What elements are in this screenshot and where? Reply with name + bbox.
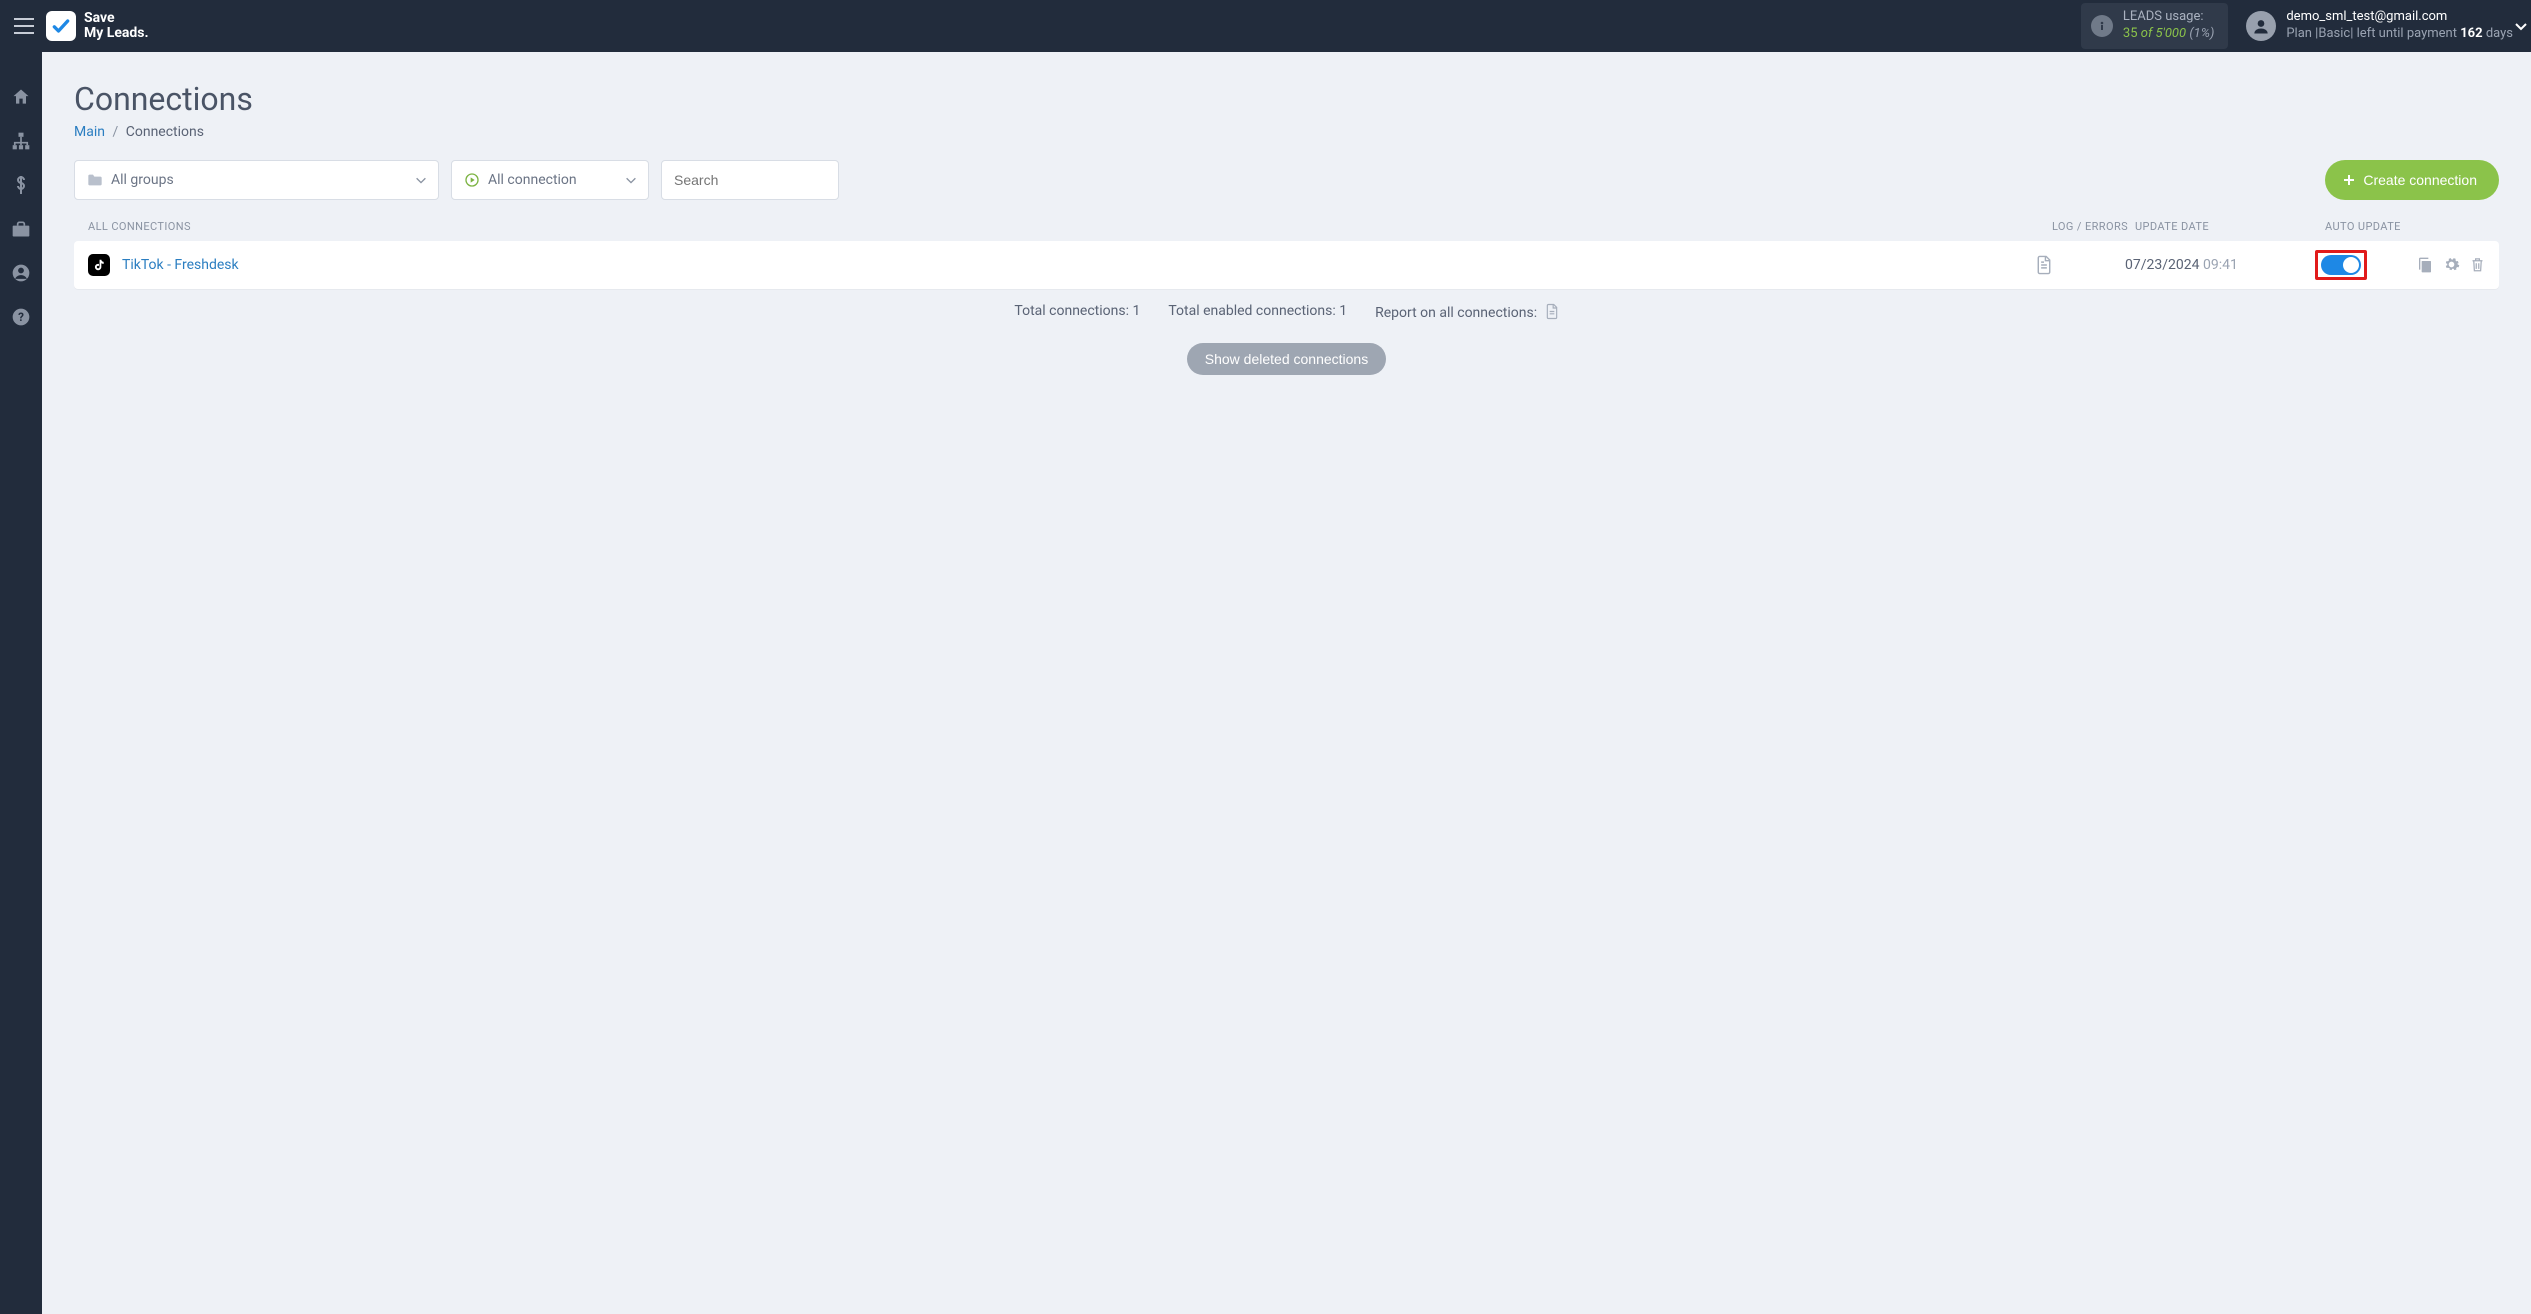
create-connection-button[interactable]: Create connection	[2325, 160, 2499, 200]
user-plan: Plan |Basic| left until payment 162 days	[2286, 26, 2513, 43]
groups-select[interactable]: All groups	[74, 160, 439, 200]
breadcrumb: Main / Connections	[74, 124, 2499, 140]
dollar-icon[interactable]	[10, 174, 32, 196]
play-circle-icon	[464, 172, 480, 188]
groups-select-label: All groups	[111, 172, 174, 188]
auto-update-cell	[2315, 250, 2415, 280]
chevron-down-icon[interactable]	[2513, 18, 2529, 34]
breadcrumb-current: Connections	[126, 124, 204, 140]
logo-icon	[46, 11, 76, 41]
home-icon[interactable]	[10, 86, 32, 108]
connection-name-link[interactable]: TikTok - Freshdesk	[122, 257, 2035, 273]
update-date: 07/23/2024 09:41	[2125, 257, 2315, 273]
table-row: TikTok - Freshdesk 07/23/2024 09:41	[74, 241, 2499, 289]
status-select-label: All connection	[488, 172, 577, 188]
toggle-highlight-box	[2315, 250, 2367, 280]
chevron-down-icon	[414, 173, 428, 187]
auto-update-toggle[interactable]	[2321, 255, 2361, 275]
user-text: demo_sml_test@gmail.com Plan |Basic| lef…	[2286, 9, 2513, 43]
brand-name: Save My Leads.	[84, 11, 149, 40]
tiktok-icon	[88, 254, 110, 276]
user-icon[interactable]	[10, 262, 32, 284]
document-icon[interactable]	[1545, 305, 1559, 321]
sidebar: ?	[0, 52, 42, 1314]
user-menu[interactable]: demo_sml_test@gmail.com Plan |Basic| lef…	[2246, 9, 2513, 43]
log-button[interactable]	[2035, 255, 2125, 275]
leads-text: LEADS usage: 35 of 5'000 (1%)	[2123, 9, 2214, 43]
svg-text:?: ?	[18, 310, 24, 324]
plus-icon	[2343, 174, 2355, 186]
brand-line2: My Leads.	[84, 26, 149, 41]
leads-usage-badge[interactable]: LEADS usage: 35 of 5'000 (1%)	[2081, 3, 2228, 49]
leads-used: 35	[2123, 26, 2138, 41]
menu-toggle-icon[interactable]	[10, 12, 38, 40]
total-enabled: Total enabled connections: 1	[1168, 303, 1347, 321]
column-name: ALL CONNECTIONS	[88, 220, 2045, 233]
total-connections: Total connections: 1	[1014, 303, 1140, 321]
totals-row: Total connections: 1 Total enabled conne…	[74, 303, 2499, 321]
create-connection-label: Create connection	[2363, 172, 2477, 188]
column-auto: AUTO UPDATE	[2325, 220, 2485, 233]
filters-row: All groups All connection	[74, 160, 2499, 200]
page-title: Connections	[74, 80, 2499, 118]
sitemap-icon[interactable]	[10, 130, 32, 152]
brand-line1: Save	[84, 11, 149, 26]
briefcase-icon[interactable]	[10, 218, 32, 240]
info-icon	[2091, 15, 2113, 37]
report-all: Report on all connections:	[1375, 303, 1558, 321]
avatar-icon	[2246, 11, 2276, 41]
chevron-down-icon	[624, 173, 638, 187]
folder-icon	[87, 173, 103, 187]
help-icon[interactable]: ?	[10, 306, 32, 328]
gear-icon[interactable]	[2443, 256, 2460, 274]
main-content: Connections Main / Connections All group…	[42, 52, 2531, 1314]
show-deleted-button[interactable]: Show deleted connections	[1187, 343, 1386, 375]
column-log: LOG / ERRORS	[2045, 220, 2135, 233]
search-box	[661, 160, 839, 200]
breadcrumb-main[interactable]: Main	[74, 124, 105, 140]
search-input[interactable]	[674, 172, 826, 188]
table-header: ALL CONNECTIONS LOG / ERRORS UPDATE DATE…	[74, 214, 2499, 241]
leads-label: LEADS usage:	[2123, 9, 2214, 26]
trash-icon[interactable]	[2470, 256, 2485, 274]
user-email: demo_sml_test@gmail.com	[2286, 9, 2513, 26]
status-select[interactable]: All connection	[451, 160, 649, 200]
breadcrumb-separator: /	[112, 124, 118, 140]
topbar: Save My Leads. LEADS usage: 35 of 5'000 …	[0, 0, 2531, 52]
column-date: UPDATE DATE	[2135, 220, 2325, 233]
copy-icon[interactable]	[2417, 256, 2433, 274]
row-actions	[2415, 256, 2485, 274]
